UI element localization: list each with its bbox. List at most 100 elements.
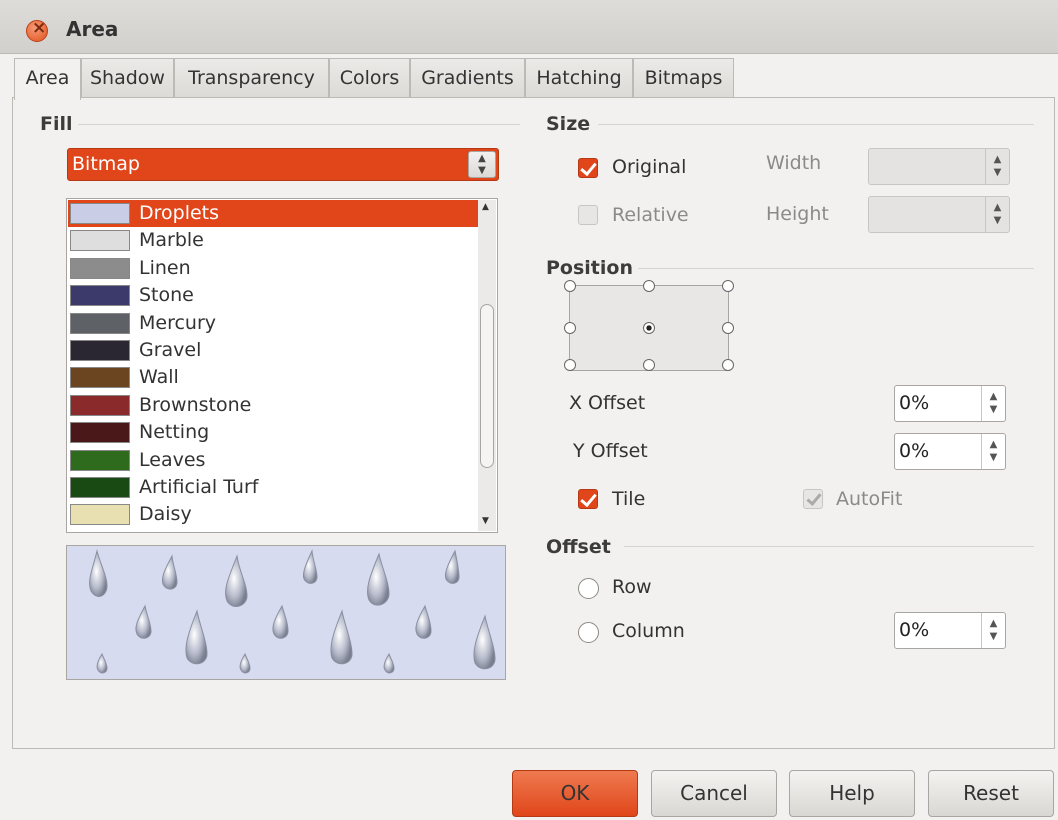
fill-type-select[interactable]: Bitmap ▲ ▼ (67, 148, 499, 181)
tab-area[interactable]: Area (14, 58, 81, 100)
original-label: Original (612, 156, 687, 178)
bitmap-list-item[interactable]: Stone (68, 282, 478, 309)
bitmap-swatch (70, 230, 130, 252)
width-field[interactable]: ▲ ▼ (868, 148, 1010, 185)
bitmap-list-item[interactable]: Marble (68, 227, 478, 254)
help-button[interactable]: Help (789, 770, 915, 817)
scroll-thumb[interactable] (480, 304, 494, 468)
bitmap-swatch (70, 449, 130, 471)
bitmap-swatch (70, 394, 130, 416)
bitmap-swatch (70, 285, 130, 307)
column-radio[interactable] (578, 622, 599, 643)
bitmap-list-item[interactable]: Artificial Turf (68, 474, 478, 501)
width-label: Width (766, 152, 822, 174)
x-offset-label: X Offset (569, 392, 646, 414)
position-node-bottom-left[interactable] (564, 359, 576, 371)
column-label: Column (612, 620, 685, 642)
bitmap-list-item-label: Marble (139, 229, 204, 252)
bitmap-list-item-label: Stone (139, 284, 194, 307)
position-node-bottom[interactable] (643, 359, 655, 371)
position-grid[interactable] (564, 280, 734, 371)
y-offset-value: 0% (899, 440, 930, 462)
bitmap-swatch (70, 203, 130, 224)
x-offset-spinner-icon[interactable]: ▲ ▼ (981, 386, 1005, 421)
close-icon[interactable] (26, 18, 48, 42)
bitmap-list-item-label: Droplets (139, 202, 220, 224)
bitmap-list-item[interactable]: Daisy (68, 501, 478, 528)
size-section-title: Size (546, 113, 591, 135)
tab-hatching[interactable]: Hatching (525, 58, 633, 98)
bitmap-list-item[interactable]: Linen (68, 255, 478, 282)
fill-divider (78, 124, 520, 125)
y-offset-spinner-icon[interactable]: ▲ ▼ (981, 434, 1005, 469)
position-node-bottom-right[interactable] (722, 359, 734, 371)
position-divider (638, 268, 1034, 269)
position-node-left[interactable] (564, 322, 576, 334)
reset-button[interactable]: Reset (928, 770, 1054, 817)
position-node-center[interactable] (643, 322, 655, 334)
bitmap-swatch (70, 340, 130, 361)
relative-label: Relative (612, 204, 689, 226)
tab-shadow[interactable]: Shadow (81, 58, 174, 98)
column-offset-field[interactable]: 0% ▲ ▼ (894, 612, 1006, 649)
tile-checkbox[interactable] (578, 489, 598, 509)
bitmap-list-item[interactable]: Droplets (68, 200, 478, 227)
scrollbar[interactable]: ▲ ▼ (478, 200, 496, 531)
autofit-checkbox[interactable] (803, 489, 823, 509)
column-offset-spinner-icon[interactable]: ▲ ▼ (981, 613, 1005, 648)
tab-transparency[interactable]: Transparency (174, 58, 329, 98)
scroll-up-icon[interactable]: ▲ (482, 202, 489, 212)
fill-section-title: Fill (40, 113, 73, 135)
bitmap-list-item-label: Gravel (139, 339, 202, 361)
bitmap-list-item-label: Leaves (139, 448, 206, 471)
height-field[interactable]: ▲ ▼ (868, 196, 1010, 233)
ok-button[interactable]: OK (512, 770, 638, 817)
area-dialog: Area Area Shadow Transparency Colors Gra… (0, 0, 1058, 820)
bitmap-swatch (70, 504, 130, 526)
row-radio[interactable] (578, 578, 599, 599)
y-offset-field[interactable]: 0% ▲ ▼ (894, 433, 1006, 470)
original-checkbox[interactable] (578, 158, 598, 178)
droplets-preview-image (89, 549, 496, 674)
bitmap-swatch (70, 257, 130, 279)
bitmap-swatch (70, 422, 130, 444)
bitmap-list[interactable]: Droplets Marble Linen Stone Mercury Gravel Wal… (66, 198, 498, 533)
position-node-top-right[interactable] (722, 280, 734, 292)
bitmap-list-item-label: Mercury (139, 311, 217, 334)
bitmap-list-item-label: Wall (139, 366, 179, 389)
height-spinner-icon[interactable]: ▲ ▼ (985, 197, 1009, 232)
size-divider (598, 124, 1034, 125)
tab-colors[interactable]: Colors (329, 58, 410, 98)
position-node-top[interactable] (643, 280, 655, 292)
position-node-top-left[interactable] (564, 280, 576, 292)
tab-gradients[interactable]: Gradients (410, 58, 525, 98)
position-section-title: Position (546, 257, 633, 279)
y-offset-label: Y Offset (573, 440, 648, 462)
x-offset-field[interactable]: 0% ▲ ▼ (894, 385, 1006, 422)
bitmap-list-item[interactable]: Netting (68, 419, 478, 446)
bitmap-list-item-label: Linen (139, 256, 191, 279)
cancel-button[interactable]: Cancel (651, 770, 777, 817)
bitmap-list-item[interactable]: Leaves (68, 447, 478, 474)
bitmap-list-item[interactable]: Wall (68, 364, 478, 391)
bitmap-list-item-label: Brownstone (139, 393, 252, 416)
relative-checkbox[interactable] (578, 205, 598, 225)
width-spinner-icon[interactable]: ▲ ▼ (985, 149, 1009, 184)
bitmap-swatch (70, 312, 130, 334)
tab-bitmaps[interactable]: Bitmaps (633, 58, 734, 98)
row-label: Row (612, 576, 652, 598)
x-offset-value: 0% (899, 392, 930, 414)
bitmap-list-item[interactable]: Gravel (68, 337, 478, 364)
column-offset-value: 0% (899, 619, 930, 641)
position-node-right[interactable] (722, 322, 734, 334)
bitmap-preview (66, 545, 506, 680)
scroll-down-icon[interactable]: ▼ (482, 516, 489, 526)
bitmap-list-item-label: Artificial Turf (139, 476, 259, 498)
height-label: Height (766, 203, 829, 225)
select-arrows-icon: ▲ ▼ (468, 151, 496, 178)
tile-label: Tile (612, 488, 646, 510)
fill-type-value: Bitmap (72, 153, 140, 175)
bitmap-list-item[interactable]: Brownstone (68, 392, 478, 419)
bitmap-list-item[interactable]: Mercury (68, 310, 478, 337)
window-title: Area (66, 17, 119, 41)
